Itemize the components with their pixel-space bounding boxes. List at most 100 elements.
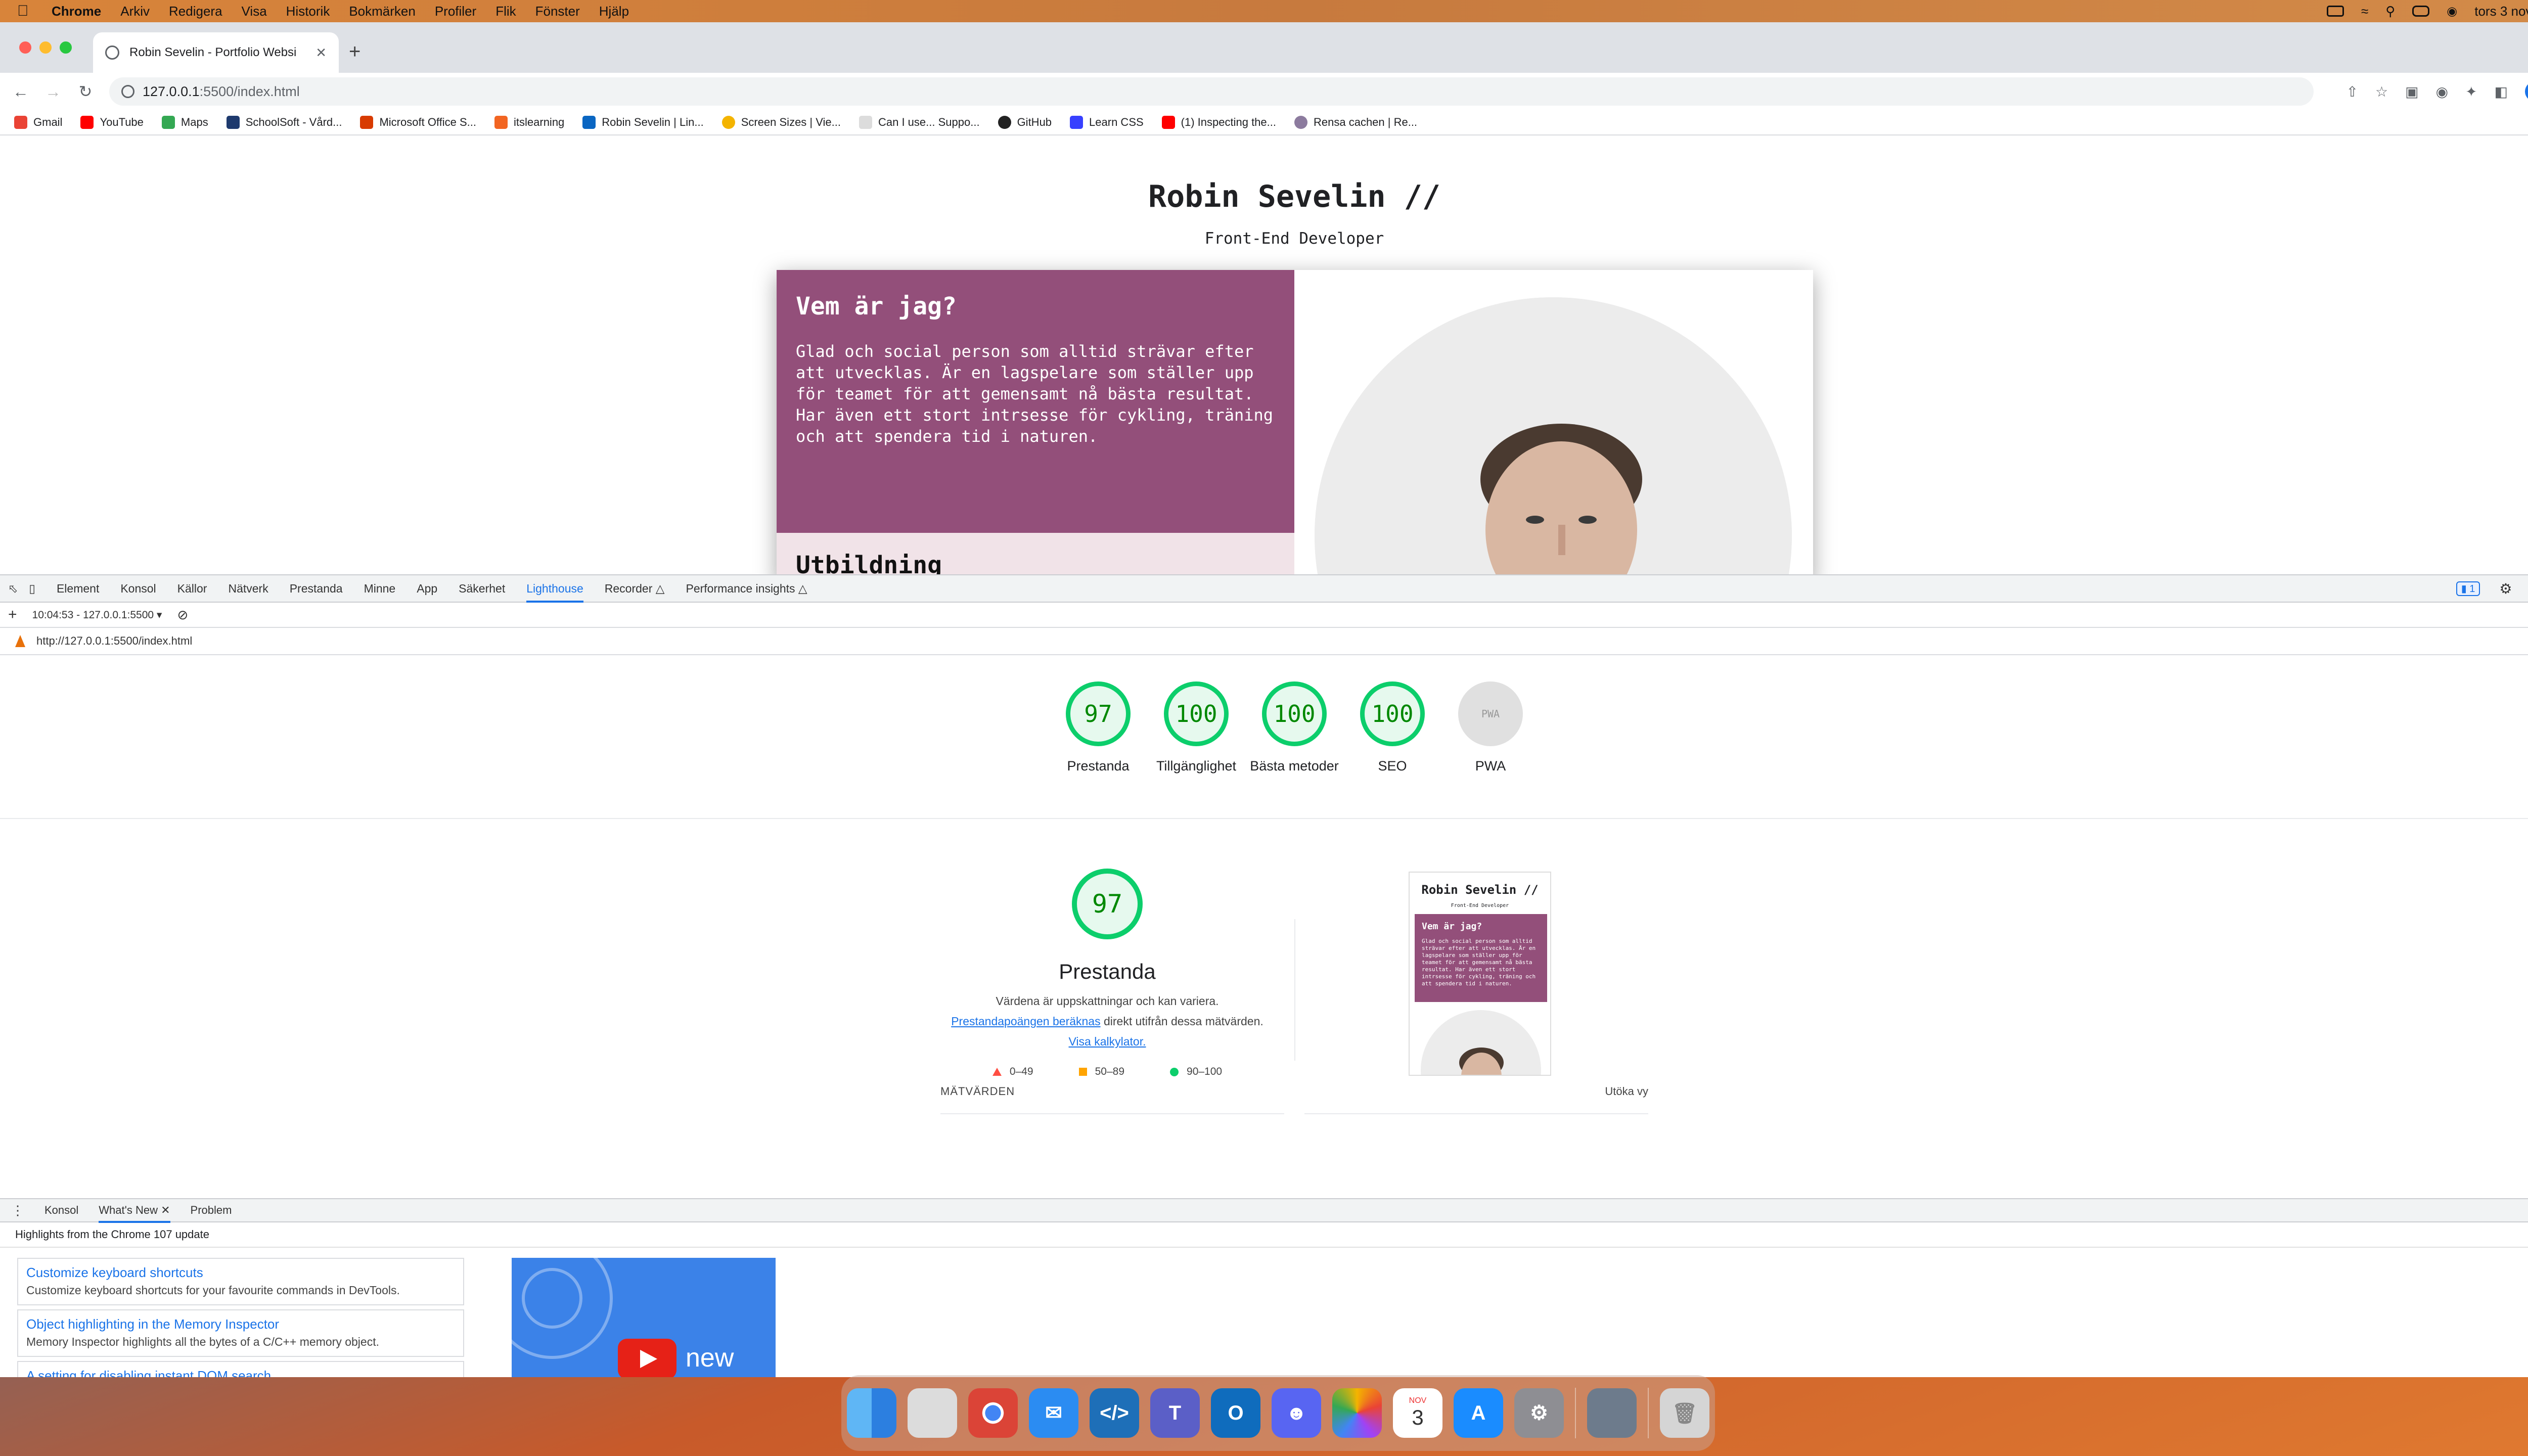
whats-new-item-title[interactable]: A setting for disabling instant DOM sear… [26,1368,455,1377]
profile-avatar[interactable]: R [2525,81,2528,102]
bookmark-itslearning[interactable]: itslearning [494,116,564,129]
site-info-icon[interactable] [121,85,134,98]
tab-prestanda[interactable]: Prestanda [290,582,343,596]
bookmark-github[interactable]: GitHub [998,116,1052,129]
bookmark-linkedin[interactable]: Robin Sevelin | Lin... [582,116,704,129]
menu-fonster[interactable]: Fönster [535,4,580,19]
drawer-tab-problem[interactable]: Problem [191,1204,232,1217]
menu-visa[interactable]: Visa [242,4,267,19]
calendar-icon[interactable]: NOV 3 [1393,1388,1442,1438]
view-calculator-link[interactable]: Visa kalkylator. [1069,1035,1146,1048]
tab-performance-insights[interactable]: Performance insights △ [686,582,807,596]
whats-new-item[interactable]: Customize keyboard shortcuts Customize k… [17,1258,464,1305]
menu-historik[interactable]: Historik [286,4,330,19]
bookmark-inspecting[interactable]: (1) Inspecting the... [1161,116,1276,129]
menu-redigera[interactable]: Redigera [169,4,222,19]
app-store-icon[interactable]: A [1454,1388,1503,1438]
bookmark-learn-css[interactable]: Learn CSS [1070,116,1144,129]
bookmark-youtube[interactable]: YouTube [80,116,144,129]
finder-icon[interactable] [847,1388,896,1438]
whats-new-item[interactable]: Object highlighting in the Memory Inspec… [17,1309,464,1357]
trash-icon[interactable]: 🗑 [1660,1388,1709,1438]
menu-app-name[interactable]: Chrome [52,4,101,19]
photos-icon[interactable] [1332,1388,1382,1438]
new-report-icon[interactable]: + [8,606,17,623]
battery-icon[interactable] [2326,6,2344,17]
bookmark-star-icon[interactable]: ☆ [2375,83,2388,100]
preview-icon[interactable] [1587,1388,1637,1438]
bookmark-screen-sizes[interactable]: Screen Sizes | Vie... [721,116,841,129]
siri-icon[interactable]: ◉ [2447,4,2457,19]
gauge-seo[interactable]: 100 SEO [1360,681,1425,776]
menu-bokmarken[interactable]: Bokmärken [349,4,416,19]
whats-new-video[interactable]: new [512,1258,776,1377]
spotlight-icon[interactable]: ⚲ [2385,4,2395,19]
score-calc-link[interactable]: Prestandapoängen beräknas [951,1015,1100,1028]
whats-new-item-title[interactable]: Object highlighting in the Memory Inspec… [26,1316,455,1332]
control-center-icon[interactable] [2412,6,2430,17]
gauge-pwa[interactable]: PWA PWA [1458,681,1523,776]
inspect-element-icon[interactable]: ⬁ [8,582,18,596]
menu-hjalp[interactable]: Hjälp [599,4,629,19]
menu-arkiv[interactable]: Arkiv [120,4,150,19]
browser-tab[interactable]: Robin Sevelin - Portfolio Websi ✕ [93,32,339,73]
tab-minne[interactable]: Minne [364,582,396,596]
issues-badge[interactable]: ▮ 1 [2456,581,2480,596]
clear-reports-icon[interactable]: ⊘ [177,607,188,623]
puzzle-icon[interactable]: ✦ [2465,83,2477,100]
report-url[interactable]: http://127.0.0.1:5500/index.html [36,634,192,648]
tab-app[interactable]: App [417,582,437,596]
bookmark-schoolsoft[interactable]: SchoolSoft - Vård... [226,116,342,129]
report-selector[interactable]: 10:04:53 - 127.0.0.1:5500 ▾ [32,609,162,621]
tab-recorder[interactable]: Recorder △ [605,582,665,596]
bookmark-office[interactable]: Microsoft Office S... [360,116,476,129]
drawer-tab-konsol[interactable]: Konsol [44,1204,78,1217]
vscode-icon[interactable]: </> [1090,1388,1139,1438]
menu-profiler[interactable]: Profiler [435,4,476,19]
discord-icon[interactable]: ☻ [1272,1388,1321,1438]
reload-icon[interactable]: ↻ [77,82,94,101]
forward-icon[interactable]: → [44,82,62,101]
bookmark-caniuse[interactable]: Can I use... Suppo... [859,116,980,129]
zoom-window-button[interactable] [60,41,72,54]
extension-2-icon[interactable]: ◉ [2436,83,2448,100]
share-icon[interactable]: ⇧ [2346,83,2358,100]
tab-sakerhet[interactable]: Säkerhet [459,582,505,596]
expand-view-button[interactable]: Utöka vy [1605,1085,1648,1098]
menu-flik[interactable]: Flik [495,4,516,19]
back-icon[interactable]: ← [12,82,29,101]
menubar-clock[interactable]: tors 3 nov. 10:05 [2474,4,2528,19]
drawer-menu-icon[interactable]: ⋮ [11,1203,24,1218]
apple-menu-icon[interactable]:  [17,3,34,20]
mail-icon[interactable]: ✉ [1029,1388,1078,1438]
close-tab-icon[interactable]: ✕ [161,1204,170,1216]
gauge-basta-metoder[interactable]: 100 Bästa metoder [1250,681,1339,776]
tab-kallor[interactable]: Källor [177,582,207,596]
new-tab-button[interactable]: + [349,40,360,63]
tab-konsol[interactable]: Konsol [120,582,156,596]
tab-lighthouse[interactable]: Lighthouse [526,582,583,603]
tab-element[interactable]: Element [57,582,99,596]
whats-new-item-title[interactable]: Customize keyboard shortcuts [26,1265,455,1281]
side-panel-icon[interactable]: ◧ [2495,83,2508,100]
chrome-icon[interactable] [968,1388,1018,1438]
play-button-icon[interactable] [618,1339,676,1377]
final-screenshot-thumbnail[interactable]: Robin Sevelin // Front-End Developer Vem… [1409,872,1551,1076]
device-toolbar-icon[interactable]: ▯ [29,582,35,596]
gauge-prestanda[interactable]: 97 Prestanda [1066,681,1131,776]
bookmark-gmail[interactable]: Gmail [14,116,62,129]
address-bar[interactable]: 127.0.0.1:5500/index.html [109,77,2314,106]
system-settings-icon[interactable]: ⚙ [1514,1388,1564,1438]
teams-icon[interactable]: T [1150,1388,1200,1438]
gauge-tillganglighet[interactable]: 100 Tillgänglighet [1156,681,1236,776]
drawer-tab-whats-new[interactable]: What's New ✕ [99,1204,170,1223]
outlook-icon[interactable]: O [1211,1388,1260,1438]
tab-natverk[interactable]: Nätverk [228,582,268,596]
close-tab-icon[interactable]: ✕ [315,45,327,61]
whats-new-item[interactable]: A setting for disabling instant DOM sear… [17,1361,464,1377]
settings-gear-icon[interactable]: ⚙ [2499,580,2512,597]
minimize-window-button[interactable] [39,41,52,54]
launchpad-icon[interactable] [908,1388,957,1438]
wifi-icon[interactable]: ≈ [2361,4,2368,19]
bookmark-maps[interactable]: Maps [161,116,208,129]
